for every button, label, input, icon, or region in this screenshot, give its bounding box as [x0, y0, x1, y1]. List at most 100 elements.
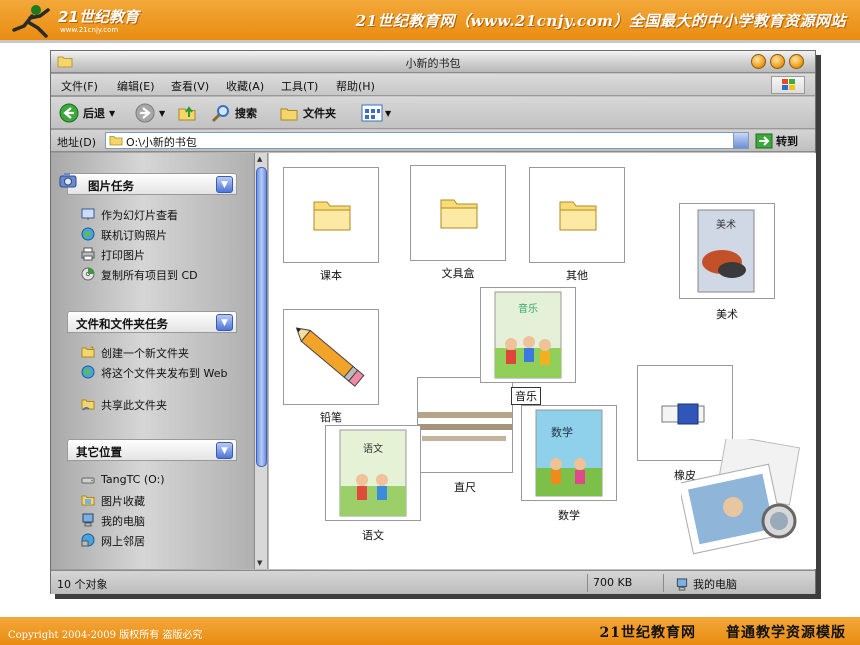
file-label[interactable]: 数学 [521, 507, 617, 523]
footer-right: 21世纪教育网 普通教学资源模版 [600, 622, 846, 642]
menu-view[interactable]: 查看(V) [171, 78, 209, 94]
file-label[interactable]: 文具盒 [410, 265, 506, 281]
task-slideshow[interactable]: 作为幻灯片查看 [81, 207, 178, 223]
chevron-down-icon[interactable]: ▼ [385, 109, 391, 118]
globe-icon [81, 227, 95, 241]
folders-button[interactable]: 文件夹 [279, 103, 336, 123]
file-label[interactable]: 课本 [283, 267, 379, 283]
pencil-icon [295, 327, 365, 387]
forward-button[interactable]: ▼ [135, 103, 165, 123]
place-my-pictures[interactable]: 图片收藏 [81, 493, 145, 509]
address-dropdown-button[interactable] [733, 133, 748, 148]
chinese-book-cover: 语文 [339, 429, 407, 517]
window-title: 小新的书包 [405, 57, 461, 70]
views-button[interactable]: ▼ [361, 103, 391, 123]
printer-icon [81, 247, 95, 261]
task-publish-web[interactable]: 将这个文件夹发布到 Web [81, 365, 231, 381]
site-logo: 21世纪教育 www.21cnjy.com [6, 2, 156, 38]
minimize-button[interactable] [751, 54, 766, 69]
task-print[interactable]: 打印图片 [81, 247, 145, 263]
network-icon [81, 533, 95, 547]
collapse-icon[interactable]: ▼ [216, 314, 233, 331]
image-pencil[interactable] [283, 309, 379, 405]
logo-text: 21世纪教育 [58, 8, 139, 26]
math-book-cover: 数学 [535, 409, 603, 497]
slide-header: 21世纪教育 www.21cnjy.com 21世纪教育网（www.21cnjy… [0, 0, 860, 40]
chevron-down-icon[interactable]: ▼ [109, 109, 115, 118]
place-my-computer[interactable]: 我的电脑 [81, 513, 145, 529]
title-bar[interactable]: 小新的书包 [51, 51, 815, 73]
scrollbar-thumb[interactable] [256, 167, 267, 467]
image-math-book[interactable]: 数学 [521, 405, 617, 501]
folder-pencil-case[interactable] [410, 165, 506, 261]
image-chinese-book[interactable]: 语文 [325, 425, 421, 521]
music-book-cover: 音乐 [494, 291, 562, 379]
folder-other[interactable] [529, 167, 625, 263]
file-label-selected[interactable]: 音乐 [511, 387, 541, 405]
collapse-icon[interactable]: ▼ [216, 176, 233, 193]
go-button[interactable]: 转到 [755, 132, 798, 150]
other-places-header[interactable]: 其它位置 ▼ [67, 439, 237, 461]
image-ruler[interactable] [416, 377, 513, 473]
slide-footer: Copyright 2004-2009 版权所有 盗版必究 21世纪教育网 普通教… [0, 617, 860, 645]
task-copy-cd[interactable]: 复制所有项目到 CD [81, 267, 198, 283]
place-drive[interactable]: TangTC (O:) [81, 473, 165, 487]
address-label: 地址(D) [57, 136, 97, 149]
folders-icon [280, 108, 298, 121]
file-label[interactable]: 语文 [325, 527, 421, 543]
go-arrow-icon [755, 133, 773, 149]
cover-title: 美术 [716, 218, 736, 231]
toolbar: 后退 ▼ ▼ 搜索 文件夹 ▼ [51, 97, 815, 129]
place-network[interactable]: 网上邻居 [81, 533, 145, 549]
file-tasks-title: 文件和文件夹任务 [76, 317, 168, 331]
share-folder-icon [81, 399, 95, 411]
task-label: 打印图片 [101, 249, 145, 262]
cd-icon [81, 267, 95, 281]
computer-icon [82, 513, 94, 527]
task-pane-scrollbar[interactable]: ▲ ▼ [255, 153, 268, 569]
photo-watermark-icon [681, 439, 801, 555]
maximize-button[interactable] [770, 54, 785, 69]
menu-file[interactable]: 文件(F) [61, 78, 98, 94]
folder-icon [313, 201, 351, 231]
image-art-book[interactable]: 美术 [679, 203, 775, 299]
collapse-icon[interactable]: ▼ [216, 442, 233, 459]
pictures-folder-icon [81, 495, 95, 506]
task-label: 作为幻灯片查看 [101, 209, 178, 222]
address-input[interactable]: O:\小新的书包 [105, 132, 749, 149]
file-label[interactable]: 直尺 [417, 479, 513, 495]
file-label[interactable]: 美术 [679, 306, 775, 322]
task-label: 图片收藏 [101, 495, 145, 508]
windows-logo-icon [771, 76, 805, 94]
file-label[interactable]: 铅笔 [283, 409, 379, 425]
file-tasks-header[interactable]: 文件和文件夹任务 ▼ [67, 311, 237, 333]
task-label: TangTC (O:) [101, 473, 165, 486]
task-share-folder[interactable]: 共享此文件夹 [81, 397, 167, 413]
menu-tools[interactable]: 工具(T) [281, 78, 318, 94]
up-folder-button[interactable] [177, 103, 197, 123]
address-value: O:\小新的书包 [126, 136, 197, 149]
menu-help[interactable]: 帮助(H) [336, 78, 375, 94]
task-order-photos[interactable]: 联机订购照片 [81, 227, 167, 243]
task-label: 创建一个新文件夹 [101, 347, 189, 360]
close-button[interactable] [789, 54, 804, 69]
slideshow-icon [81, 208, 95, 220]
file-label[interactable]: 其他 [529, 267, 625, 283]
status-zone: 我的电脑 [675, 576, 737, 592]
cover-title: 数学 [551, 425, 573, 439]
menu-favorites[interactable]: 收藏(A) [226, 78, 264, 94]
chevron-down-icon[interactable]: ▼ [159, 109, 165, 118]
back-button[interactable]: 后退 ▼ [59, 103, 115, 123]
folder-textbook[interactable] [283, 167, 379, 263]
search-button[interactable]: 搜索 [211, 103, 257, 123]
menu-edit[interactable]: 编辑(E) [117, 78, 155, 94]
image-music-book[interactable]: 音乐 [480, 287, 576, 383]
search-label: 搜索 [235, 107, 257, 120]
scroll-down-icon[interactable]: ▼ [257, 559, 262, 567]
task-new-folder[interactable]: 创建一个新文件夹 [81, 345, 189, 361]
task-label: 将这个文件夹发布到 Web [101, 367, 228, 380]
picture-tasks-header[interactable]: 图片任务 ▼ [59, 173, 237, 195]
scroll-up-icon[interactable]: ▲ [257, 155, 262, 163]
go-label: 转到 [776, 135, 798, 148]
task-label: 我的电脑 [101, 515, 145, 528]
